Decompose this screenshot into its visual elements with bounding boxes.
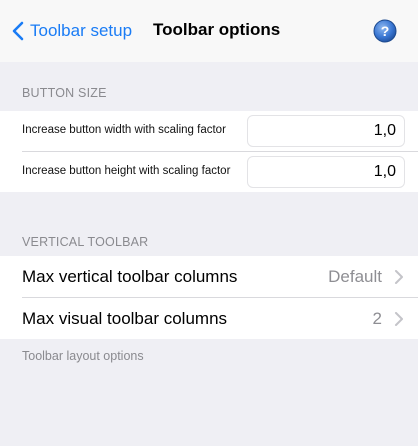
max-vertical-columns-value: Default (328, 267, 382, 286)
max-visual-columns-row[interactable]: Max visual toolbar columns 2 (0, 298, 418, 339)
width-scaling-input[interactable] (247, 115, 405, 147)
vertical-toolbar-group: Max vertical toolbar columns Default Max… (0, 256, 418, 339)
chevron-left-icon (12, 21, 24, 41)
back-button-label: Toolbar setup (30, 21, 133, 40)
height-scaling-input[interactable] (247, 156, 405, 188)
divider (22, 151, 418, 152)
section-footer: Toolbar layout options (22, 349, 144, 363)
chevron-right-icon (394, 312, 404, 326)
page-title: Toolbar options (153, 20, 281, 39)
button-size-group: Increase button width with scaling facto… (0, 111, 418, 192)
max-vertical-columns-label: Max vertical toolbar columns (22, 267, 238, 286)
max-visual-columns-label: Max visual toolbar columns (22, 309, 228, 328)
back-button[interactable]: Toolbar setup (12, 19, 132, 43)
navigation-bar: Toolbar setup Toolbar options ? (0, 0, 418, 62)
section-header-button-size: BUTTON SIZE (22, 86, 107, 100)
section-header-vertical-toolbar: VERTICAL TOOLBAR (22, 235, 149, 249)
max-vertical-columns-row[interactable]: Max vertical toolbar columns Default (0, 256, 418, 297)
width-scaling-label: Increase button width with scaling facto… (22, 124, 226, 136)
svg-text:?: ? (381, 23, 390, 39)
chevron-right-icon (394, 270, 404, 284)
height-scaling-label: Increase button height with scaling fact… (22, 165, 231, 177)
max-visual-columns-value: 2 (372, 309, 382, 328)
question-circle-icon: ? (373, 19, 397, 43)
help-button[interactable]: ? (373, 19, 397, 43)
